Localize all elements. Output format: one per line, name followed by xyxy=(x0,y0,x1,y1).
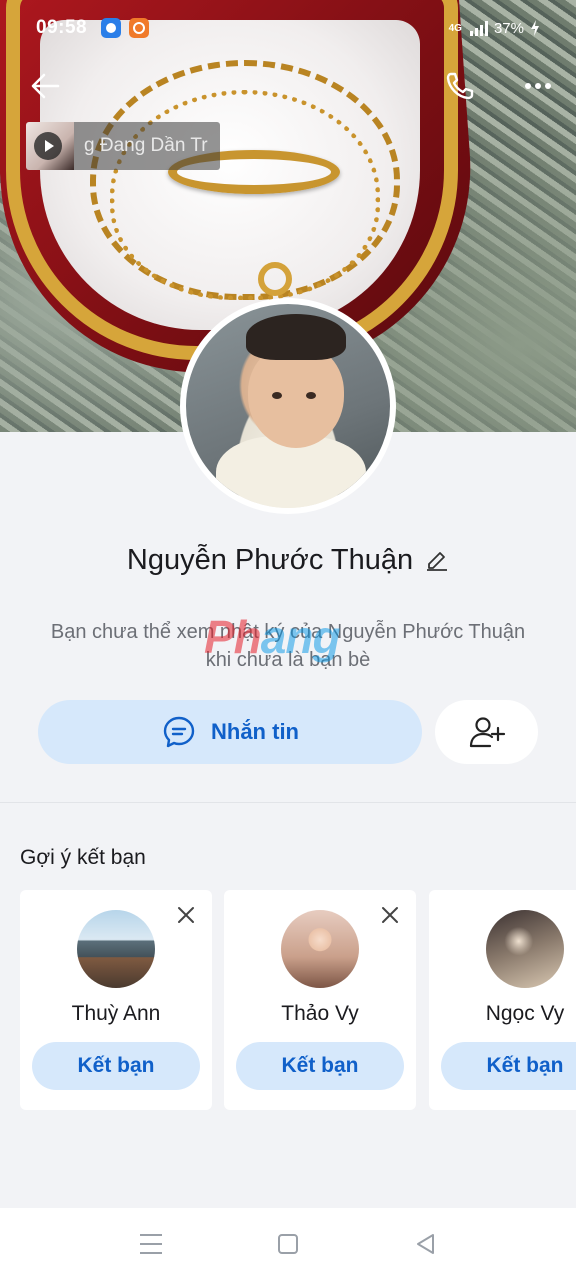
add-friend-suggestion-label: Kết bạn xyxy=(77,1054,155,1077)
watermark-lead: Ph xyxy=(204,611,262,663)
message-button[interactable]: Nhắn tin xyxy=(38,700,422,764)
menu-icon[interactable] xyxy=(140,1234,162,1254)
close-icon[interactable] xyxy=(176,905,196,925)
watermark-logo: Phang xyxy=(204,610,341,664)
home-icon[interactable] xyxy=(278,1234,298,1254)
suggestion-avatar[interactable] xyxy=(77,910,155,988)
watermark-tail: ang xyxy=(260,611,341,663)
more-dots-icon xyxy=(545,83,551,89)
back-triangle-icon[interactable] xyxy=(414,1232,436,1256)
back-button[interactable] xyxy=(26,66,66,106)
add-friend-suggestion-button[interactable]: Kết bạn xyxy=(236,1042,404,1090)
suggestion-avatar[interactable] xyxy=(486,910,564,988)
friend-suggestions-title: Gợi ý kết bạn xyxy=(20,846,146,869)
add-friend-suggestion-label: Kết bạn xyxy=(281,1054,359,1077)
avatar-eye xyxy=(306,392,316,399)
friend-suggestions-list: Thuỳ Ann Kết bạn Thảo Vy Kết bạn Ngọc Vy… xyxy=(20,890,576,1110)
profile-name: Nguyễn Phước Thuận xyxy=(126,543,414,576)
play-icon[interactable] xyxy=(34,132,62,160)
system-navigation-bar xyxy=(0,1208,576,1280)
more-options-button[interactable] xyxy=(518,66,558,106)
profile-avatar[interactable] xyxy=(180,298,396,514)
suggestion-card[interactable]: Thuỳ Ann Kết bạn xyxy=(20,890,212,1110)
top-navigation xyxy=(0,56,576,112)
add-friend-suggestion-label: Kết bạn xyxy=(486,1054,564,1077)
battery-level: 37% xyxy=(493,19,524,37)
notification-app-icon xyxy=(129,18,150,38)
status-time: 09:58 xyxy=(36,17,88,38)
message-button-label: Nhắn tin xyxy=(211,719,299,744)
back-arrow-icon xyxy=(31,73,60,99)
music-thumbnail xyxy=(26,122,74,170)
add-user-icon xyxy=(469,717,505,748)
status-bar: 09:58 4G 37% xyxy=(0,0,576,56)
avatar-hair xyxy=(246,314,346,360)
signal-icon xyxy=(469,20,488,36)
suggestion-card[interactable]: Thảo Vy Kết bạn xyxy=(224,890,416,1110)
add-friend-suggestion-button[interactable]: Kết bạn xyxy=(441,1042,576,1090)
profile-actions: Nhắn tin xyxy=(38,700,538,764)
add-friend-suggestion-button[interactable]: Kết bạn xyxy=(32,1042,200,1090)
music-title: g Đang Dần Tr xyxy=(84,135,208,156)
cover-pendant xyxy=(258,262,292,296)
suggestion-card[interactable]: Ngọc Vy Kết bạn xyxy=(429,890,576,1110)
suggestion-avatar[interactable] xyxy=(281,910,359,988)
edit-pencil-icon[interactable] xyxy=(425,548,449,572)
more-dots-icon xyxy=(535,83,541,89)
add-friend-button[interactable] xyxy=(435,700,538,764)
section-divider xyxy=(0,802,576,803)
more-dots-icon xyxy=(525,83,531,89)
network-type: 4G xyxy=(448,22,462,34)
messenger-app-icon xyxy=(101,18,122,38)
charging-icon xyxy=(531,20,539,36)
suggestion-name: Thảo Vy xyxy=(281,1002,359,1025)
close-icon[interactable] xyxy=(380,905,400,925)
phone-icon xyxy=(446,72,474,100)
chat-bubble-icon xyxy=(163,716,195,748)
suggestion-name: Thuỳ Ann xyxy=(71,1002,161,1025)
call-button[interactable] xyxy=(440,66,480,106)
profile-name-row: Nguyễn Phước Thuận xyxy=(0,538,576,582)
status-indicators: 4G 37% xyxy=(449,20,540,37)
avatar-eye xyxy=(272,392,282,399)
profile-music[interactable]: g Đang Dần Tr xyxy=(26,122,220,170)
suggestion-name: Ngọc Vy xyxy=(485,1002,565,1025)
